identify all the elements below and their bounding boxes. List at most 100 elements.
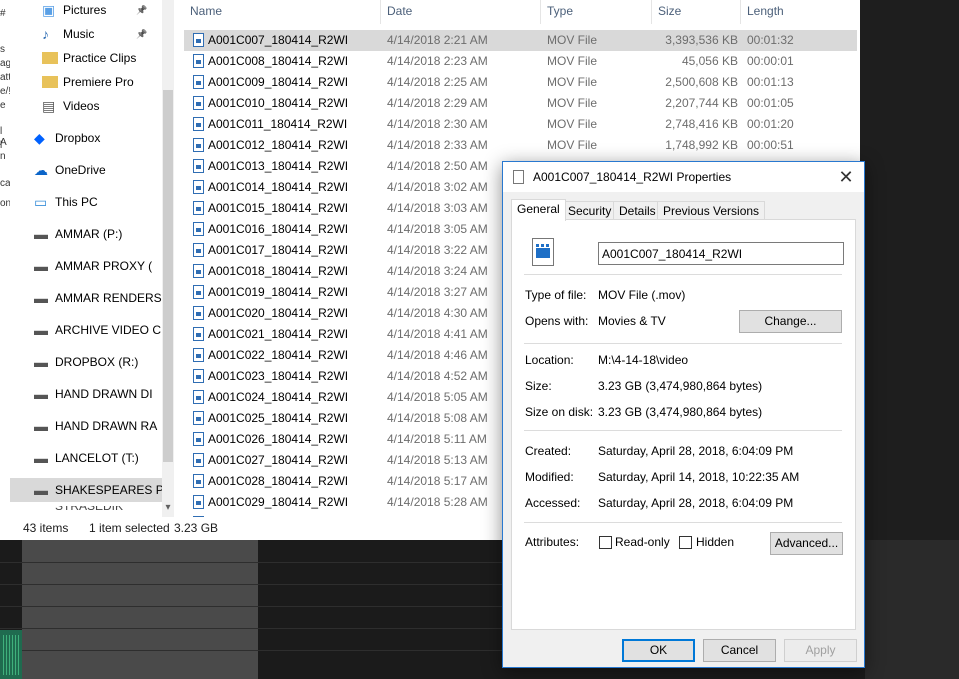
tab-details[interactable]: Details (613, 201, 662, 220)
nav-item[interactable]: ▬ SHAKESPEARES PA (10, 478, 162, 502)
column-header-size[interactable]: Size (651, 0, 740, 24)
properties-dialog: A001C007_180414_R2WI Properties ✕ Genera… (502, 161, 865, 668)
nav-item-label: Practice Clips (63, 51, 137, 65)
nav-item-label: HAND DRAWN DI (55, 387, 153, 401)
file-size: 45,056 KB (681, 54, 738, 68)
file-date: 4/14/2018 5:17 AM (387, 474, 488, 488)
nav-item[interactable]: ▬ AMMAR RENDERS (10, 286, 162, 310)
file-date: 4/14/2018 5:13 AM (387, 453, 488, 467)
file-date: 4/14/2018 2:29 AM (387, 96, 488, 110)
file-date: 4/14/2018 2:30 AM (387, 117, 488, 131)
selection-size: 3.23 GB (174, 521, 219, 535)
location-value: M:\4-14-18\video (598, 353, 689, 367)
file-row[interactable]: A001C010_180414_R2WI 4/14/2018 2:29 AM MOV… (184, 93, 857, 114)
dropbox-icon: ◆ (34, 130, 45, 146)
readonly-label[interactable]: Read-only (615, 535, 670, 549)
nav-item[interactable]: ▬ HAND DRAWN DI (10, 382, 162, 406)
file-date: 4/14/2018 3:24 AM (387, 264, 488, 278)
nav-item[interactable]: ▬ LANCELOT (T:) (10, 446, 162, 470)
drive-icon: ▬ (34, 354, 48, 370)
nav-item[interactable]: Premiere Pro (10, 70, 162, 94)
file-row[interactable]: A001C012_180414_R2WI 4/14/2018 2:33 AM MOV… (184, 135, 857, 156)
scroll-down-arrow-icon[interactable]: ▾ (163, 503, 173, 513)
tab-general[interactable]: General (511, 199, 566, 221)
file-name: A001C024_180414_R2WI (208, 390, 349, 404)
dialog-titlebar[interactable]: A001C007_180414_R2WI Properties ✕ (503, 162, 864, 192)
nav-item[interactable]: ▣ Pictures 📌 (10, 0, 162, 22)
pin-icon: 📌 (136, 5, 148, 15)
nav-item[interactable]: ☁ OneDrive (10, 158, 162, 182)
file-name: A001C026_180414_R2WI (208, 432, 349, 446)
nav-item[interactable]: ▬ AMMAR (P:) (10, 222, 162, 246)
nav-item[interactable]: ♪ Music 📌 (10, 22, 162, 46)
close-icon[interactable]: ✕ (828, 162, 864, 192)
file-type: MOV File (547, 33, 598, 47)
column-header-name[interactable]: Name (184, 0, 380, 24)
file-list-header: Name Date Type Size Length (174, 0, 860, 24)
column-header-type[interactable]: Type (540, 0, 651, 24)
pictures-folder-icon: ▣ (42, 2, 56, 18)
location-label: Location: (525, 353, 574, 367)
nav-item[interactable]: ▭ This PC (10, 190, 162, 214)
column-header-length[interactable]: Length (740, 0, 860, 24)
file-date: 4/14/2018 4:46 AM (387, 348, 488, 362)
onedrive-cloud-icon: ☁ (34, 162, 48, 178)
nav-item-label: DROPBOX (R:) (55, 355, 139, 369)
nav-item[interactable]: ▤ Videos (10, 94, 162, 118)
file-row[interactable]: A001C009_180414_R2WI 4/14/2018 2:25 AM MOV… (184, 72, 857, 93)
mov-file-icon (193, 495, 204, 509)
folder-icon (42, 52, 58, 64)
mov-file-icon (193, 390, 204, 404)
videos-folder-icon: ▤ (42, 98, 56, 114)
mov-file-icon (193, 138, 204, 152)
file-type: MOV File (547, 75, 598, 89)
tab-previous-versions[interactable]: Previous Versions (657, 201, 766, 220)
file-date: 4/14/2018 3:05 AM (387, 222, 488, 236)
nav-item[interactable]: ◆ Dropbox (10, 126, 162, 150)
file-date: 4/14/2018 2:50 AM (387, 159, 488, 173)
file-name-input[interactable] (598, 242, 844, 265)
mov-file-icon (193, 306, 204, 320)
readonly-checkbox[interactable] (599, 536, 612, 549)
column-header-date[interactable]: Date (380, 0, 540, 24)
modified-label: Modified: (525, 470, 574, 484)
hidden-checkbox[interactable] (679, 536, 692, 549)
item-count: 43 items (23, 521, 69, 535)
apply-button[interactable]: Apply (784, 639, 857, 662)
mov-file-icon (193, 117, 204, 131)
nav-item-label: LANCELOT (T:) (55, 451, 139, 465)
tab-security[interactable]: Security (562, 201, 618, 220)
type-of-file-label: Type of file: (525, 288, 587, 302)
nav-item[interactable]: ▬ DROPBOX (R:) (10, 350, 162, 374)
file-name: A001C019_180414_R2WI (208, 285, 349, 299)
file-row[interactable]: A001C007_180414_R2WI 4/14/2018 2:21 AM MOV… (184, 30, 857, 51)
separator (524, 522, 842, 523)
cancel-button[interactable]: Cancel (703, 639, 776, 662)
file-length: 00:00:51 (747, 138, 794, 152)
nav-item-partial[interactable]: STRASEDIK (10, 506, 162, 517)
file-row[interactable]: A001C008_180414_R2WI 4/14/2018 2:23 AM MOV… (184, 51, 857, 72)
ok-button[interactable]: OK (622, 639, 695, 662)
advanced-button[interactable]: Advanced... (770, 532, 843, 555)
file-date: 4/14/2018 3:27 AM (387, 285, 488, 299)
opens-with-label: Opens with: (525, 314, 589, 328)
scrollbar-thumb[interactable] (163, 90, 173, 462)
file-row[interactable]: A001C011_180414_R2WI 4/14/2018 2:30 AM MOV… (184, 114, 857, 135)
nav-item[interactable]: ▬ ARCHIVE VIDEO C (10, 318, 162, 342)
file-type: MOV File (547, 117, 598, 131)
file-name: A001C014_180414_R2WI (208, 180, 349, 194)
file-name: A001C015_180414_R2WI (208, 201, 349, 215)
file-date: 4/14/2018 3:22 AM (387, 243, 488, 257)
nav-item[interactable]: ▬ AMMAR PROXY ( (10, 254, 162, 278)
navigation-scrollbar[interactable]: ▾ (162, 0, 174, 517)
computer-icon: ▭ (34, 194, 48, 210)
mov-file-icon (193, 348, 204, 362)
size-on-disk-label: Size on disk: (525, 405, 594, 419)
file-date: 4/14/2018 2:33 AM (387, 138, 488, 152)
hidden-label[interactable]: Hidden (696, 535, 734, 549)
separator (524, 430, 842, 431)
change-button[interactable]: Change... (739, 310, 842, 333)
nav-item[interactable]: Practice Clips (10, 46, 162, 70)
file-name: A001C017_180414_R2WI (208, 243, 349, 257)
nav-item[interactable]: ▬ HAND DRAWN RA (10, 414, 162, 438)
